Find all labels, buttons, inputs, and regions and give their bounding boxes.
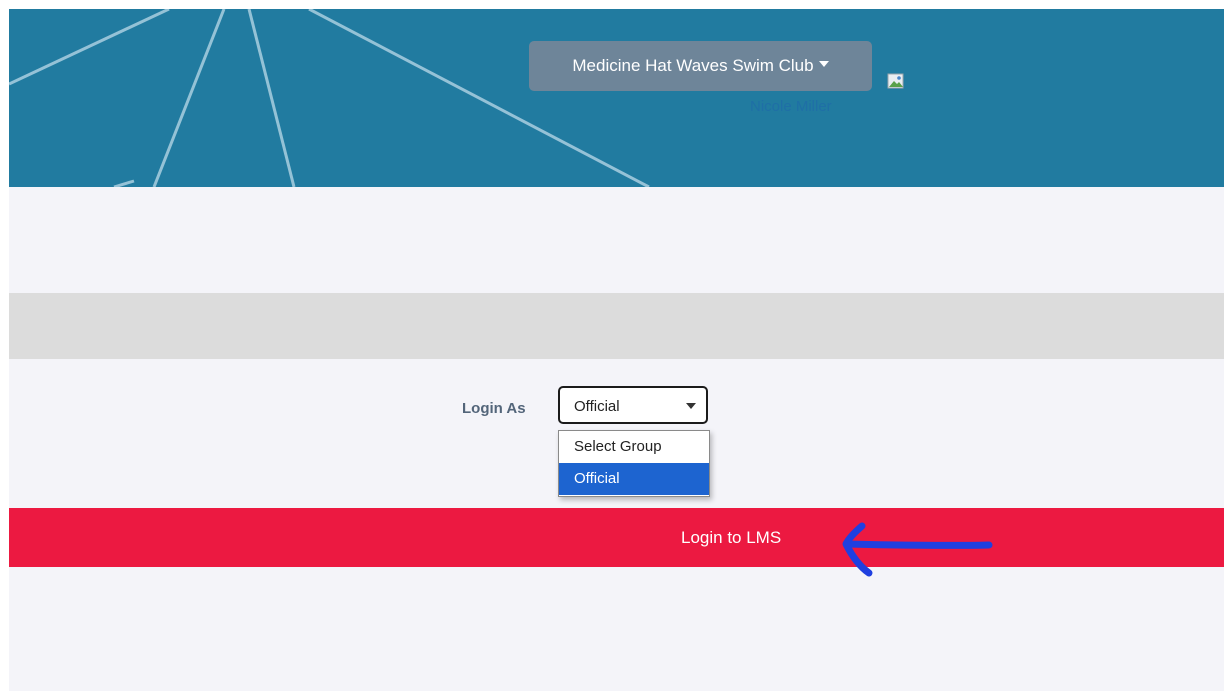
select-arrow-icon xyxy=(686,403,696,409)
user-name-link[interactable]: Nicole Miller xyxy=(750,98,832,115)
login-group-selected-value: Official xyxy=(574,398,620,415)
gray-divider-band xyxy=(9,293,1224,359)
login-group-dropdown: Select Group Official xyxy=(558,430,710,497)
club-selector-label: Medicine Hat Waves Swim Club xyxy=(572,56,814,75)
club-selector-button[interactable]: Medicine Hat Waves Swim Club xyxy=(529,41,872,91)
option-select-group[interactable]: Select Group xyxy=(559,431,709,463)
header-banner: Medicine Hat Waves Swim Club Nicole Mill… xyxy=(9,9,1224,187)
login-group-select[interactable]: Official xyxy=(558,386,708,424)
broken-image-icon xyxy=(887,73,904,89)
login-to-lms-label: Login to LMS xyxy=(681,528,782,547)
decorative-rays xyxy=(9,9,650,187)
caret-down-icon xyxy=(818,60,829,67)
page: Medicine Hat Waves Swim Club Nicole Mill… xyxy=(9,9,1224,691)
annotation-arrow-icon xyxy=(842,522,993,577)
login-as-label: Login As xyxy=(462,400,526,417)
login-to-lms-button[interactable]: Login to LMS xyxy=(9,508,1224,567)
option-official[interactable]: Official xyxy=(559,463,709,495)
